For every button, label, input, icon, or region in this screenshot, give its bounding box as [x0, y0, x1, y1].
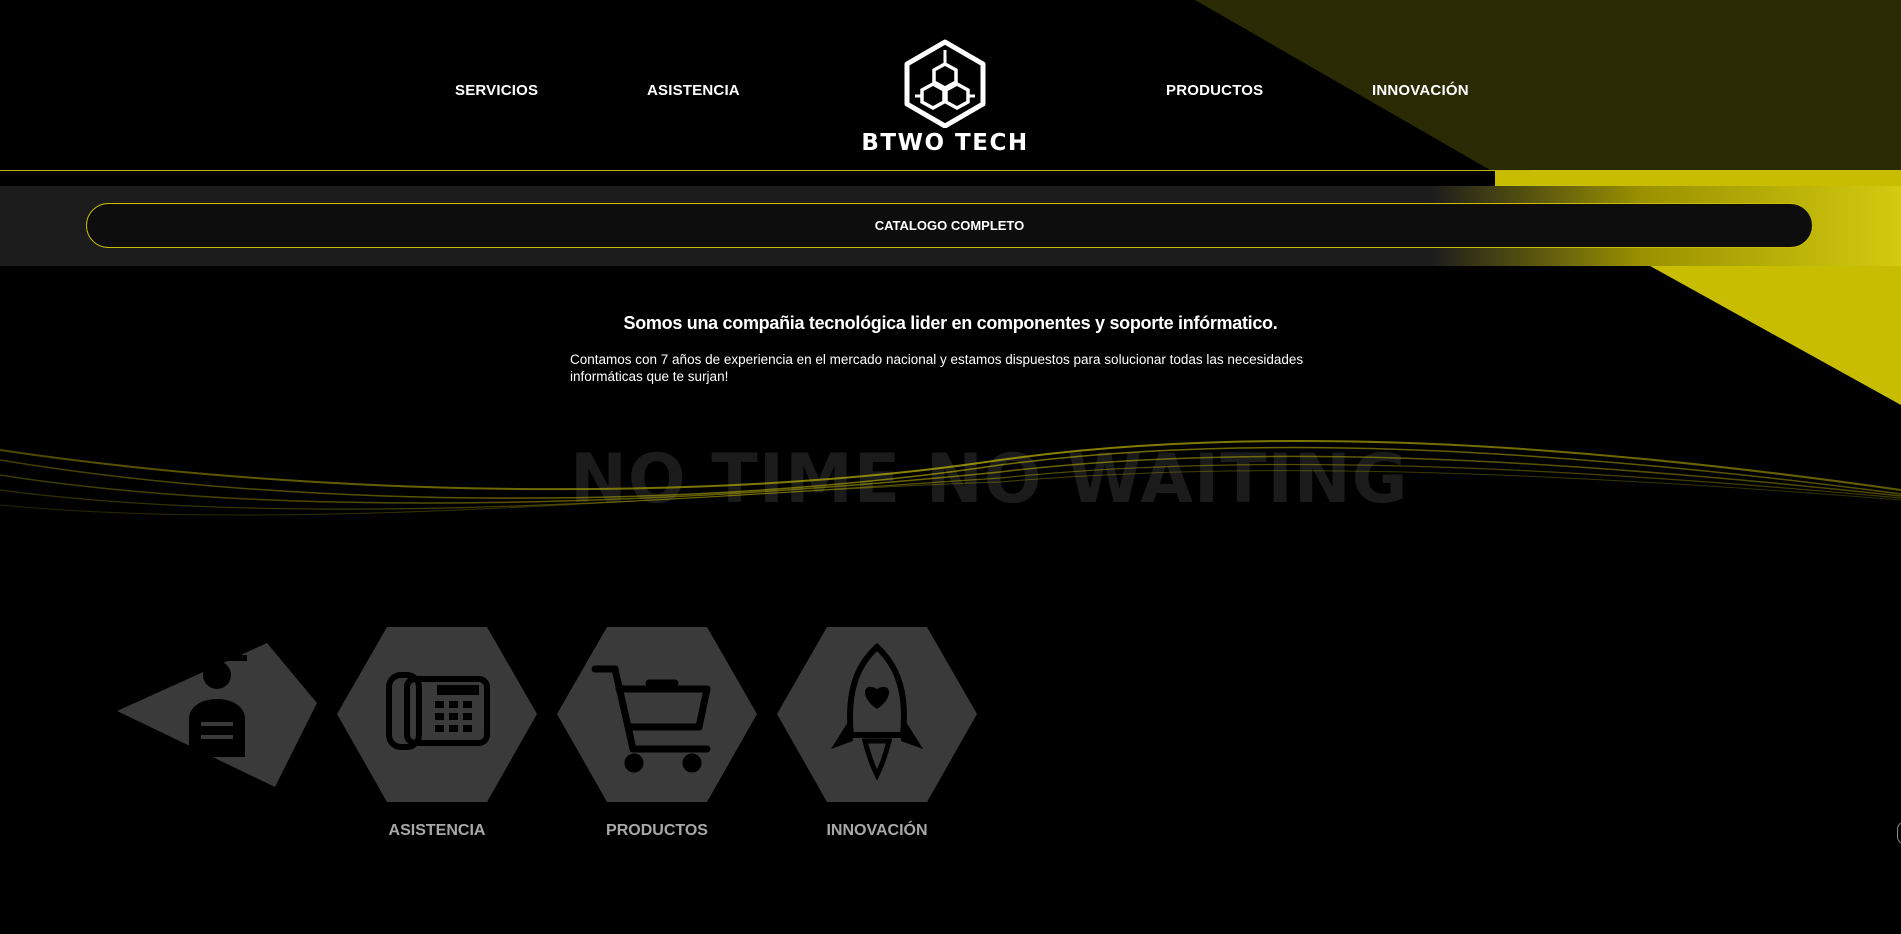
gold-wave-decoration — [0, 439, 1901, 516]
service-card-productos[interactable] — [557, 627, 757, 802]
hero-headline: Somos una compañia tecnológica lider en … — [623, 313, 1278, 333]
main-navigation: SERVICIOS ASISTENCIA PRODUCTOS INNOVACIÓ… — [0, 0, 1901, 170]
service-label-productos[interactable]: PRODUCTOS — [557, 822, 757, 840]
hero-description: Contamos con 7 años de experiencia en el… — [570, 352, 1304, 384]
service-label-innovacion[interactable]: INNOVACIÓN — [777, 822, 977, 840]
brand-logo[interactable]: BTWO TECH — [840, 38, 1050, 156]
hexagon-circuit-logo-icon — [904, 39, 986, 128]
nav-link-servicios[interactable]: SERVICIOS — [455, 82, 538, 99]
hexagon-card — [337, 627, 537, 802]
hexagon-card — [557, 627, 757, 802]
scroll-indicator[interactable] — [1897, 822, 1901, 844]
service-card-innovacion[interactable] — [777, 627, 977, 802]
service-label-asistencia[interactable]: ASISTENCIA — [337, 822, 537, 840]
hexagon-card — [117, 643, 317, 787]
nav-link-innovacion[interactable]: INNOVACIÓN — [1372, 82, 1469, 99]
brand-logo-text: BTWO TECH — [861, 130, 1029, 156]
nav-link-asistencia[interactable]: ASISTENCIA — [647, 82, 740, 99]
nav-link-productos[interactable]: PRODUCTOS — [1166, 82, 1263, 99]
catalog-button[interactable]: CATALOGO COMPLETO — [86, 203, 1813, 248]
service-card-asistencia[interactable] — [337, 627, 537, 802]
service-card-servicios[interactable] — [117, 627, 317, 802]
hexagon-card — [777, 627, 977, 802]
nav-divider — [0, 170, 1530, 171]
